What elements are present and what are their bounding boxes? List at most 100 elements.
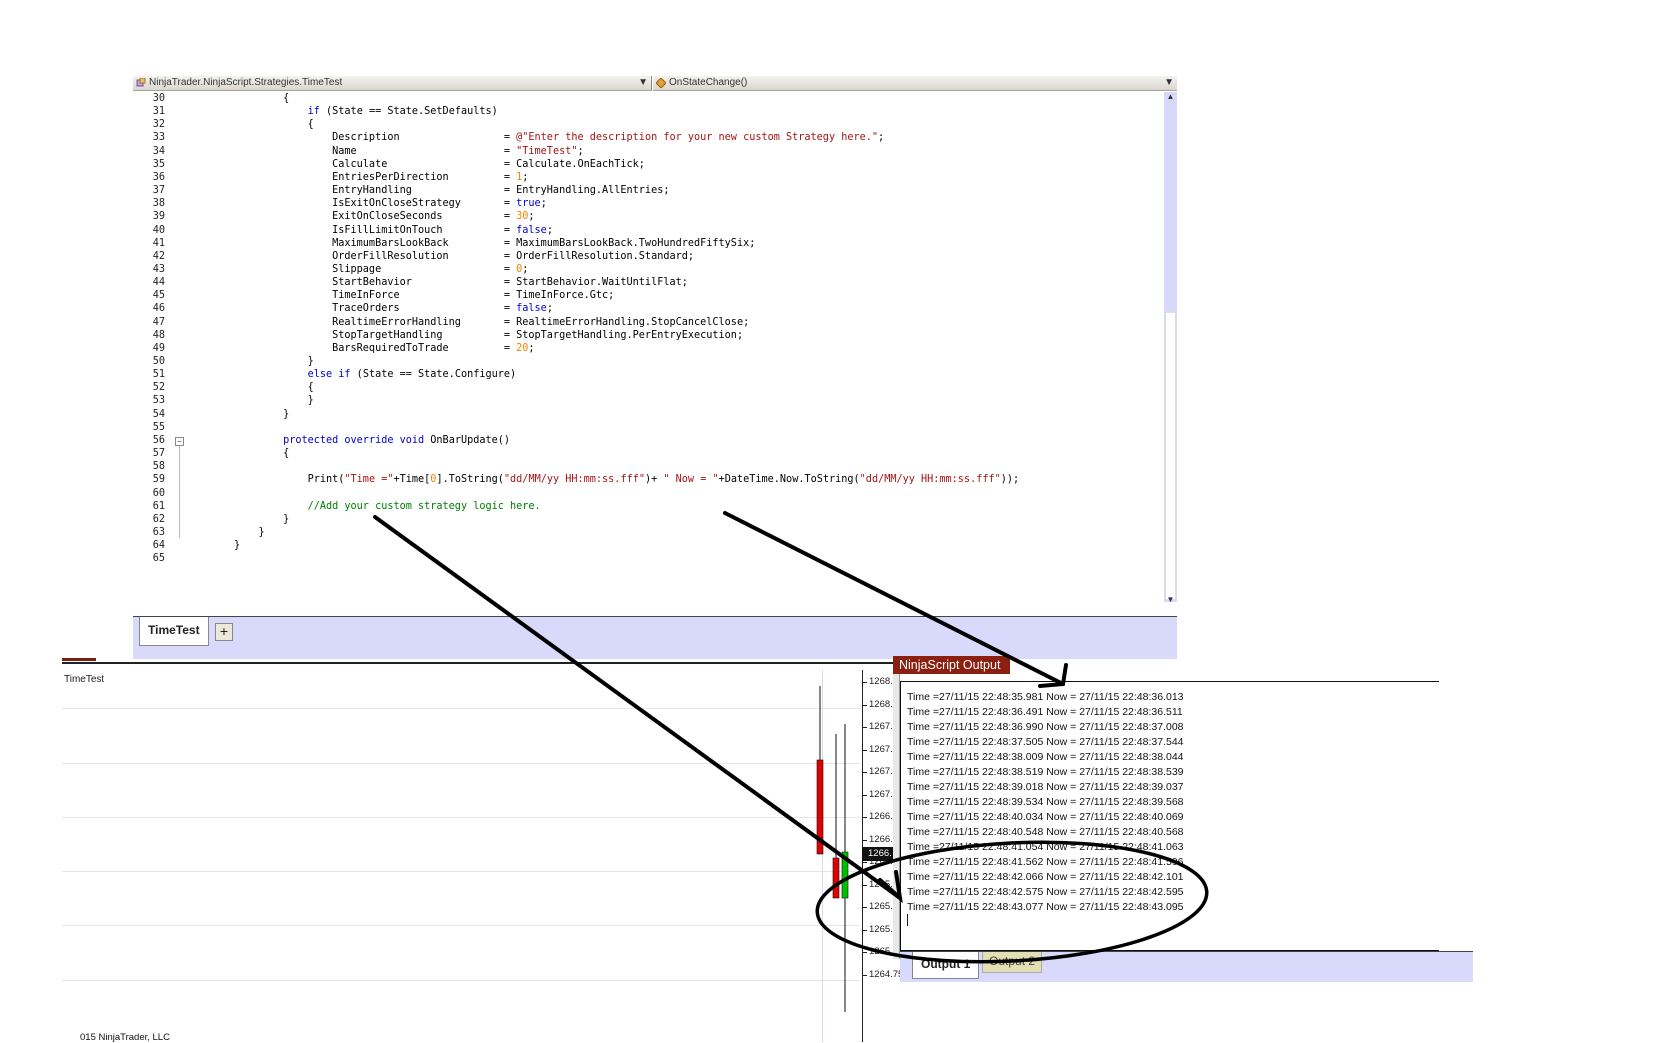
code-line[interactable]: 54 } <box>133 408 1163 422</box>
tab-output-1[interactable]: Output 1 <box>912 952 980 979</box>
code-text: } <box>234 513 290 525</box>
line-number: 48 <box>152 329 165 341</box>
chart-tab-marker <box>62 658 96 661</box>
ninjascript-output-window[interactable]: NinjaScript Output Time =27/11/15 22:48:… <box>893 656 1473 982</box>
code-line[interactable]: 53 } <box>133 394 1163 408</box>
price-label: 1267. <box>869 766 893 777</box>
code-text: Calculate = Calculate.OnEachTick; <box>234 158 645 170</box>
price-tick <box>862 727 867 728</box>
code-line[interactable]: 35 Calculate = Calculate.OnEachTick; <box>133 158 1163 172</box>
code-line[interactable]: 56 protected override void OnBarUpdate()… <box>133 434 1163 448</box>
tab-timetest[interactable]: TimeTest <box>139 617 209 646</box>
code-text: if (State == State.SetDefaults) <box>307 106 498 118</box>
collapse-icon[interactable]: − <box>175 436 184 446</box>
code-line[interactable]: 42 OrderFillResolution = OrderFillResolu… <box>133 250 1163 264</box>
scrollbar-thumb[interactable] <box>1165 312 1176 600</box>
code-line[interactable]: 49 BarsRequiredToTrade = 20; <box>133 342 1163 356</box>
output-line: Time =27/11/15 22:48:38.009 Now = 27/11/… <box>907 751 1184 763</box>
code-area[interactable]: 30 {31 if (State == State.SetDefaults) 32… <box>133 92 1163 612</box>
code-line[interactable]: 58 <box>133 460 1163 474</box>
chart-panel[interactable]: TimeTest 1268. 1268. 1267. 1267. 1267. 1267. 1… <box>62 658 912 1043</box>
line-number: 54 <box>152 408 165 420</box>
code-text: TraceOrders = false; <box>234 303 553 315</box>
code-line[interactable]: 50 } <box>133 355 1163 369</box>
code-text: BarsRequiredToTrade = 20; <box>234 342 535 354</box>
add-tab-button[interactable]: + <box>215 623 233 641</box>
last-price-marker: 1266. <box>862 847 894 861</box>
line-number: 32 <box>152 119 165 131</box>
code-line[interactable]: 52 { <box>133 381 1163 395</box>
code-line[interactable]: 31 if (State == State.SetDefaults) <box>133 105 1163 119</box>
code-text: Slippage = 0; <box>234 263 529 275</box>
price-tick <box>862 772 867 773</box>
code-line[interactable]: 37 EntryHandling = EntryHandling.AllEntr… <box>133 184 1163 198</box>
code-line[interactable]: 65 <box>133 552 1163 566</box>
class-dropdown[interactable]: NinjaTrader.NinjaScript.Strategies.TimeT… <box>133 76 652 91</box>
code-line[interactable]: 51 else if (State == State.Configure) <box>133 368 1163 382</box>
tab-output-2[interactable]: Output 2 <box>982 952 1043 973</box>
code-line[interactable]: 38 IsExitOnCloseStrategy = true; <box>133 197 1163 211</box>
code-line[interactable]: 39 ExitOnCloseSeconds = 30; <box>133 210 1163 224</box>
code-line[interactable]: 33 Description = @"Enter the description… <box>133 131 1163 145</box>
code-line[interactable]: 32 { <box>133 118 1163 132</box>
code-line[interactable]: 44 StartBehavior = StartBehavior.WaitUnt… <box>133 276 1163 290</box>
code-line[interactable]: 62 } <box>133 513 1163 527</box>
code-line[interactable]: 45 TimeInForce = TimeInForce.Gtc; <box>133 289 1163 303</box>
output-tab-bar: Output 1 Output 2 <box>900 951 1473 982</box>
code-text: OrderFillResolution = OrderFillResolutio… <box>234 250 695 262</box>
code-line[interactable]: 41 MaximumBarsLookBack = MaximumBarsLook… <box>133 237 1163 251</box>
code-line[interactable]: 55 <box>133 421 1163 435</box>
line-number: 44 <box>152 277 165 289</box>
price-tick <box>862 974 867 976</box>
line-number: 37 <box>152 185 165 197</box>
output-line: Time =27/11/15 22:48:37.505 Now = 27/11/… <box>907 736 1184 748</box>
line-number: 52 <box>152 382 165 394</box>
output-window-title[interactable]: NinjaScript Output <box>893 656 1010 674</box>
price-tick <box>862 929 867 931</box>
code-text: protected override void OnBarUpdate() <box>283 434 511 446</box>
chevron-down-icon[interactable]: ▼ <box>1164 76 1174 90</box>
line-number: 61 <box>152 500 165 512</box>
code-line[interactable]: 63 } <box>133 526 1163 540</box>
vertical-scrollbar[interactable]: ▲ ▼ <box>1164 92 1177 604</box>
code-text: { <box>234 93 290 104</box>
code-line[interactable]: 59 Print("Time ="+Time[0].ToString("dd/M… <box>133 473 1163 487</box>
line-number: 50 <box>152 356 165 367</box>
code-line[interactable]: 43 Slippage = 0; <box>133 263 1163 277</box>
code-line[interactable]: 57 { <box>133 447 1163 461</box>
line-number: 55 <box>152 421 165 433</box>
line-number: 59 <box>152 474 165 486</box>
chevron-down-icon[interactable]: ▼ <box>638 76 648 90</box>
code-text: Print("Time ="+Time[0].ToString("dd/MM/y… <box>234 474 1020 486</box>
code-line[interactable]: 64} <box>133 539 1163 553</box>
line-number: 58 <box>152 461 165 473</box>
scroll-down-icon[interactable]: ▼ <box>1164 595 1177 604</box>
output-text-area[interactable]: Time =27/11/15 22:48:35.981 Now = 27/11/… <box>900 681 1439 951</box>
price-tick <box>862 907 867 908</box>
code-text: IsFillLimitOnTouch = false; <box>234 224 553 236</box>
code-text: MaximumBarsLookBack = MaximumBarsLookBac… <box>234 237 756 249</box>
output-line: Time =27/11/15 22:48:42.066 Now = 27/11/… <box>907 871 1184 883</box>
code-text: Description = @"Enter the description fo… <box>234 132 885 144</box>
code-text: StopTargetHandling = StopTargetHandling.… <box>234 329 744 341</box>
code-text: } <box>234 395 314 407</box>
code-line[interactable]: 60 <box>133 487 1163 501</box>
code-line[interactable]: 30 { <box>133 92 1163 106</box>
scroll-up-icon[interactable]: ▲ <box>1164 92 1177 101</box>
code-line[interactable]: 36 EntriesPerDirection = 1; <box>133 171 1163 185</box>
price-tick <box>862 862 867 863</box>
code-text: { <box>234 448 290 460</box>
class-dropdown-label: NinjaTrader.NinjaScript.Strategies.TimeT… <box>149 77 343 88</box>
code-line[interactable]: 61 //Add your custom strategy logic here… <box>133 500 1163 514</box>
code-line[interactable]: 40 IsFillLimitOnTouch = false; <box>133 224 1163 238</box>
output-line: Time =27/11/15 22:48:39.018 Now = 27/11/… <box>907 781 1184 793</box>
candle-down <box>816 759 824 855</box>
code-line[interactable]: 46 TraceOrders = false; <box>133 302 1163 316</box>
code-line[interactable]: 47 RealtimeErrorHandling = RealtimeError… <box>133 316 1163 330</box>
line-number: 45 <box>152 290 165 302</box>
member-dropdown[interactable]: OnStateChange() ▼ <box>653 76 1177 91</box>
code-line[interactable]: 48 StopTargetHandling = StopTargetHandli… <box>133 329 1163 343</box>
code-line[interactable]: 34 Name = "TimeTest"; <box>133 145 1163 159</box>
code-text: ExitOnCloseSeconds = 30; <box>234 211 535 223</box>
code-editor[interactable]: NinjaTrader.NinjaScript.Strategies.TimeT… <box>133 76 1177 659</box>
